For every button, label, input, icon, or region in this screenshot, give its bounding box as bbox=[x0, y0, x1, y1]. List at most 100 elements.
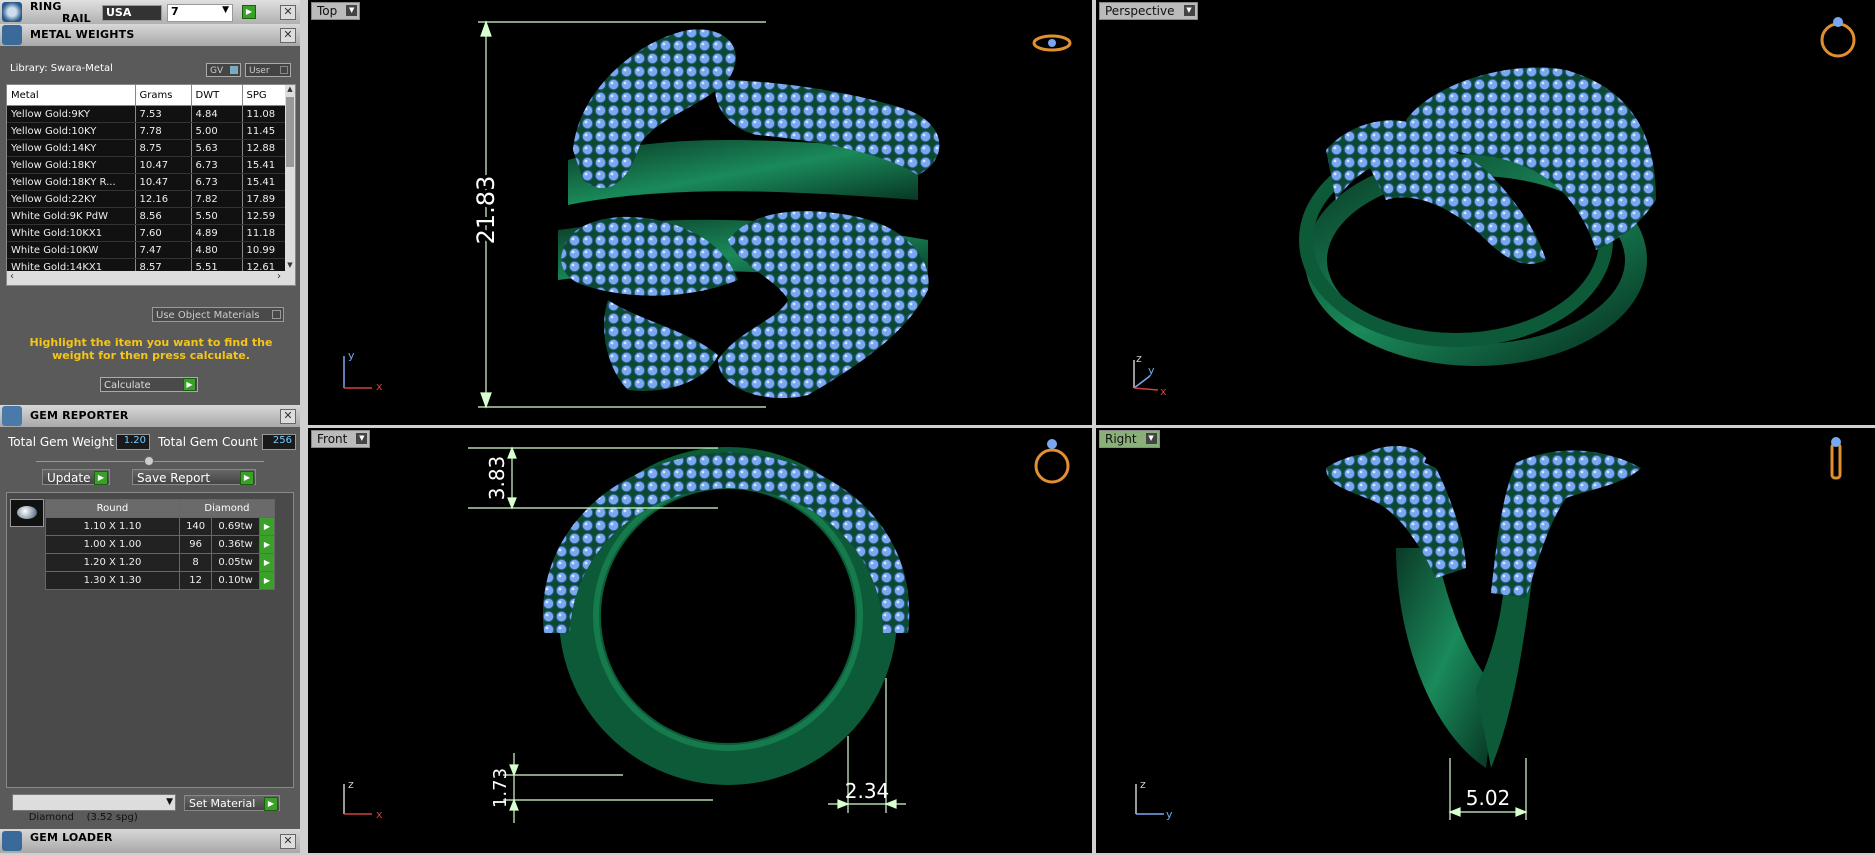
metal-weights-header: METAL WEIGHTS ✕ bbox=[0, 24, 300, 46]
bottom-dimension-label: 1.73 bbox=[490, 768, 511, 808]
table-cell: 15.41 bbox=[242, 156, 286, 174]
update-button[interactable]: Update ▶ bbox=[42, 469, 110, 485]
gem-cell: 1.20 X 1.20 bbox=[45, 553, 180, 572]
table-row[interactable]: Yellow Gold:10KY 7.78 5.00 11.45 bbox=[7, 122, 286, 140]
table-row[interactable]: Yellow Gold:22KY 12.16 7.82 17.89 bbox=[7, 190, 286, 208]
ring-rail-header: RING RAIL USA 7 ▼ ▶ ✕ bbox=[0, 0, 300, 25]
chevron-down-icon: ▼ bbox=[222, 5, 229, 15]
scroll-thumb[interactable] bbox=[286, 97, 294, 167]
view-cube-icon[interactable] bbox=[1830, 437, 1842, 480]
splitter-knob-icon[interactable] bbox=[144, 456, 154, 466]
table-cell: 15.41 bbox=[242, 173, 286, 191]
gem-row[interactable]: 1.30 X 1.30 12 0.10tw ▶ bbox=[45, 571, 276, 590]
horizontal-scrollbar[interactable]: ‹ › bbox=[7, 271, 295, 285]
top-viewport[interactable]: Top ▼ 21.83 y x bbox=[308, 0, 1092, 425]
table-row[interactable]: White Gold:10KW 7.47 4.80 10.99 bbox=[7, 241, 286, 259]
close-icon[interactable]: ✕ bbox=[280, 28, 296, 43]
front-viewport[interactable]: Front ▼ 3.83 1.73 2.34 z x bbox=[308, 428, 1092, 853]
column-header[interactable]: Grams bbox=[135, 85, 192, 106]
gem-row[interactable]: 1.00 X 1.00 96 0.36tw ▶ bbox=[45, 535, 276, 554]
chevron-down-icon: ▼ bbox=[166, 797, 173, 807]
scroll-down-icon[interactable]: ▼ bbox=[285, 261, 295, 271]
gem-shape-header: Round bbox=[45, 499, 180, 518]
gem-reporter-header: GEM REPORTER ✕ bbox=[0, 405, 300, 427]
table-cell: 10.47 bbox=[135, 173, 192, 191]
gem-cell: 8 bbox=[178, 553, 213, 572]
play-icon: ▶ bbox=[264, 797, 278, 811]
viewport-divider-horizontal[interactable] bbox=[300, 425, 1875, 428]
calculate-button[interactable]: Calculate ▶ bbox=[100, 377, 198, 392]
close-icon[interactable]: ✕ bbox=[280, 409, 296, 424]
column-header[interactable]: SPG bbox=[242, 85, 286, 106]
table-cell: 4.89 bbox=[191, 224, 243, 242]
pave-band bbox=[604, 300, 718, 391]
gem-row[interactable]: 1.10 X 1.10 140 0.69tw ▶ bbox=[45, 517, 276, 536]
gem-loader-header: GEM LOADER ✕ bbox=[0, 829, 300, 853]
gem-cell: 0.05tw bbox=[211, 553, 260, 572]
view-cube-icon[interactable] bbox=[1820, 17, 1856, 58]
apply-size-button[interactable]: ▶ bbox=[242, 5, 256, 19]
table-row[interactable]: White Gold:9K PdW 8.56 5.50 12.59 bbox=[7, 207, 286, 225]
gem-row[interactable]: 1.20 X 1.20 8 0.05tw ▶ bbox=[45, 553, 276, 572]
table-row[interactable]: Yellow Gold:18KY 10.47 6.73 15.41 bbox=[7, 156, 286, 174]
gem-cell: 140 bbox=[178, 517, 213, 536]
region-field[interactable]: USA bbox=[102, 5, 162, 21]
table-cell: 4.80 bbox=[191, 241, 243, 259]
column-header[interactable]: DWT bbox=[191, 85, 243, 106]
table-row[interactable]: White Gold:10KX1 7.60 4.89 11.18 bbox=[7, 224, 286, 242]
material-select[interactable]: Diamond (3.52 spg) ▼ bbox=[12, 794, 176, 823]
column-header[interactable]: Metal bbox=[7, 85, 136, 106]
total-gem-weight-label: Total Gem Weight bbox=[8, 435, 114, 449]
table-cell: 7.60 bbox=[135, 224, 192, 242]
table-cell: 7.47 bbox=[135, 241, 192, 259]
ring-shank-highlight bbox=[593, 481, 863, 751]
view-cube-icon[interactable] bbox=[1032, 34, 1072, 52]
right-viewport[interactable]: Right ▼ 5.02 z y bbox=[1096, 428, 1875, 853]
table-cell: 7.82 bbox=[191, 190, 243, 208]
use-object-materials-toggle[interactable]: Use Object Materials bbox=[152, 307, 284, 322]
round-gem-icon[interactable] bbox=[10, 499, 44, 527]
axis-x-label: x bbox=[376, 380, 383, 393]
scroll-left-icon[interactable]: ‹ bbox=[10, 271, 14, 282]
table-row[interactable]: Yellow Gold:18KY R... 10.47 6.73 15.41 bbox=[7, 173, 286, 191]
table-cell: 7.53 bbox=[135, 105, 192, 123]
metal-weights-table-container: Metal Grams DWT SPG Yellow Gold:9KY 7.53 4.84… bbox=[6, 84, 296, 286]
table-cell: 8.56 bbox=[135, 207, 192, 225]
close-icon[interactable]: ✕ bbox=[280, 5, 296, 20]
scroll-right-icon[interactable]: › bbox=[277, 271, 281, 282]
scroll-up-icon[interactable]: ▲ bbox=[285, 85, 295, 95]
set-material-label: Set Material bbox=[189, 797, 256, 810]
gem-reporter-icon bbox=[2, 406, 22, 426]
user-toggle[interactable]: User bbox=[245, 63, 291, 77]
gv-toggle[interactable]: GV bbox=[206, 63, 241, 77]
gem-cell: 1.30 X 1.30 bbox=[45, 571, 180, 590]
axis-z-label: z bbox=[1140, 778, 1146, 791]
set-material-button[interactable]: Set Material ▶ bbox=[184, 795, 280, 811]
save-report-button[interactable]: Save Report ▶ bbox=[132, 469, 256, 485]
table-cell: Yellow Gold:14KY bbox=[7, 139, 136, 157]
select-gem-button[interactable]: ▶ bbox=[258, 553, 276, 572]
ring-size-select[interactable]: 7 ▼ bbox=[167, 4, 233, 22]
use-object-materials-label: Use Object Materials bbox=[156, 310, 260, 321]
table-cell: 10.47 bbox=[135, 156, 192, 174]
select-gem-button[interactable]: ▶ bbox=[258, 571, 276, 590]
perspective-viewport[interactable]: Perspective ▼ z y x bbox=[1096, 0, 1875, 425]
close-icon[interactable]: ✕ bbox=[280, 834, 296, 849]
table-cell: 8.75 bbox=[135, 139, 192, 157]
table-cell: White Gold:10KW bbox=[7, 241, 136, 259]
gem-loader-icon bbox=[2, 831, 22, 851]
view-cube-icon[interactable] bbox=[1034, 439, 1070, 484]
axis-y-label: y bbox=[348, 349, 355, 362]
vertical-scrollbar[interactable]: ▲ ▼ bbox=[285, 85, 295, 271]
table-cell: 10.99 bbox=[242, 241, 286, 259]
select-gem-button[interactable]: ▶ bbox=[258, 517, 276, 536]
total-gem-weight-value: 1.20 bbox=[116, 434, 150, 450]
table-row[interactable]: Yellow Gold:9KY 7.53 4.84 11.08 bbox=[7, 105, 286, 123]
gem-loader-title: GEM LOADER bbox=[30, 831, 113, 844]
ring-rail-icon bbox=[2, 2, 22, 22]
right-dimension-label: 2.34 bbox=[845, 779, 890, 803]
select-gem-button[interactable]: ▶ bbox=[258, 535, 276, 554]
table-row[interactable]: Yellow Gold:14KY 8.75 5.63 12.88 bbox=[7, 139, 286, 157]
table-cell: 11.18 bbox=[242, 224, 286, 242]
calculate-label: Calculate bbox=[104, 380, 151, 391]
